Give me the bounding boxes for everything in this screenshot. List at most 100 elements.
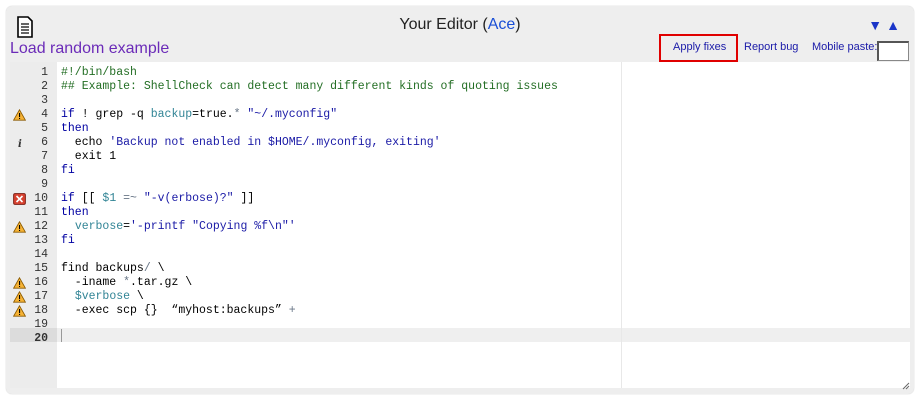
code-line[interactable]: 5 then [10,122,910,136]
collapse-down-icon[interactable]: ▼ [868,17,886,33]
report-bug-button[interactable]: Report bug [744,41,798,53]
line-number[interactable]: 3 [10,94,48,108]
code-token: + [288,304,296,317]
load-random-example-link[interactable]: Load random example [10,40,169,58]
code-line[interactable]: 18 -exec scp {} “myhost:backups” + [10,304,910,318]
code-token: .tar.gz \ [130,276,193,289]
line-number[interactable]: 10 [10,192,48,206]
line-number[interactable]: 13 [10,234,48,248]
code-text: exit 1 [61,150,116,164]
collapse-up-icon[interactable]: ▲ [886,17,904,33]
code-token: exit 1 [61,150,117,163]
code-token: then [61,122,89,135]
code-token: verbose [74,220,124,233]
editor-panel: Your Editor (Ace) ▼▲ Load random example… [6,6,914,394]
code-token: $1 [102,192,117,205]
code-token: echo [61,136,110,149]
code-token: ## Example: ShellCheck can detect many d… [61,80,558,93]
code-token: fi [61,234,75,247]
code-text: $verbose \ [61,290,144,304]
code-token: fi [61,164,75,177]
code-text: verbose='-printf "Copying %f\n"' [61,220,296,234]
line-number[interactable]: 11 [10,206,48,220]
line-number[interactable]: 16 [10,276,48,290]
code-text: #!/bin/bash [61,66,137,80]
ace-link[interactable]: Ace [488,16,516,33]
line-number[interactable]: 1 [10,66,48,80]
line-number[interactable]: 6 [10,136,48,150]
code-text: find backups/ \ [61,262,165,276]
line-number[interactable]: 15 [10,262,48,276]
code-text: then [61,206,89,220]
code-token: [[ [74,192,103,205]
code-token: -exec scp {} “myhost:backups” [61,304,289,317]
code-token: "~/.myconfig" [240,108,338,121]
code-line[interactable]: 17 $verbose \ [10,290,910,304]
code-line[interactable]: 14 [10,248,910,262]
code-text: fi [61,164,75,178]
code-token: =~ [116,192,144,205]
code-line[interactable]: 12 verbose='-printf "Copying %f\n"' [10,220,910,234]
code-line[interactable]: 9 [10,178,910,192]
code-editor[interactable]: 1 #!/bin/bash 2 ## Example: ShellCheck can … [10,62,910,388]
resize-handle-icon[interactable] [901,381,910,390]
code-line[interactable]: 15 find backups/ \ [10,262,910,276]
line-number[interactable]: 4 [10,108,48,122]
line-number[interactable]: 7 [10,150,48,164]
code-token: $verbose [74,290,131,303]
code-token: = [123,220,131,233]
code-line[interactable]: 3 [10,94,910,108]
line-number[interactable]: 2 [10,80,48,94]
code-line[interactable]: 20 [10,332,910,346]
title-prefix: Your Editor ( [399,16,488,33]
line-number[interactable]: 18 [10,304,48,318]
code-text: ## Example: ShellCheck can detect many d… [61,80,558,94]
code-text: -exec scp {} “myhost:backups” + [61,304,296,318]
code-text: then [61,122,89,136]
code-line[interactable]: 1 #!/bin/bash [10,66,910,80]
code-line[interactable]: 11 then [10,206,910,220]
mobile-paste-input[interactable] [877,41,909,61]
code-line[interactable]: 2 ## Example: ShellCheck can detect many … [10,80,910,94]
code-line[interactable]: 8 fi [10,164,910,178]
code-token: \ [130,290,144,303]
code-text: if [[ $1 =~ "-v(erbose)?" ]] [61,192,254,206]
line-number[interactable]: 19 [10,318,48,332]
code-line[interactable]: 16 -iname *.tar.gz \ [10,276,910,290]
code-line[interactable]: 13 fi [10,234,910,248]
line-number[interactable]: 17 [10,290,48,304]
code-token: * [123,276,131,289]
code-token: \ [150,262,165,275]
code-token: ]] [233,192,255,205]
code-text: -iname *.tar.gz \ [61,276,192,290]
code-token: 'Backup not enabled in $HOME/.myconfig, … [109,136,441,149]
line-number[interactable]: 9 [10,178,48,192]
code-text: fi [61,234,75,248]
code-token: then [61,206,89,219]
line-number[interactable]: 12 [10,220,48,234]
code-text: echo 'Backup not enabled in $HOME/.mycon… [61,136,441,150]
line-number[interactable]: 8 [10,164,48,178]
line-number[interactable]: 5 [10,122,48,136]
code-token: find backups [61,262,144,275]
code-line[interactable]: 7 exit 1 [10,150,910,164]
code-line[interactable]: 4 if ! grep -q backup=true.* "~/.myconfig… [10,108,910,122]
code-token: backup [150,108,193,121]
code-line[interactable]: 19 [10,318,910,332]
mobile-paste-label: Mobile paste: [812,41,878,53]
code-token: -iname [61,276,124,289]
title-suffix: ) [515,16,521,33]
code-line[interactable]: i6 echo 'Backup not enabled in $HOME/.my… [10,136,910,150]
code-token: if [61,108,75,121]
code-token: "-v(erbose)?" [143,192,234,205]
code-token: ! grep -q [74,108,151,121]
apply-fixes-button[interactable]: Apply fixes [673,41,726,53]
line-number[interactable]: 14 [10,248,48,262]
code-token: #!/bin/bash [61,66,137,79]
line-number[interactable]: 20 [10,332,48,346]
code-token: =true. [192,108,234,121]
code-token: '-printf "Copying %f\n"' [130,220,296,233]
code-line[interactable]: 10 if [[ $1 =~ "-v(erbose)?" ]] [10,192,910,206]
